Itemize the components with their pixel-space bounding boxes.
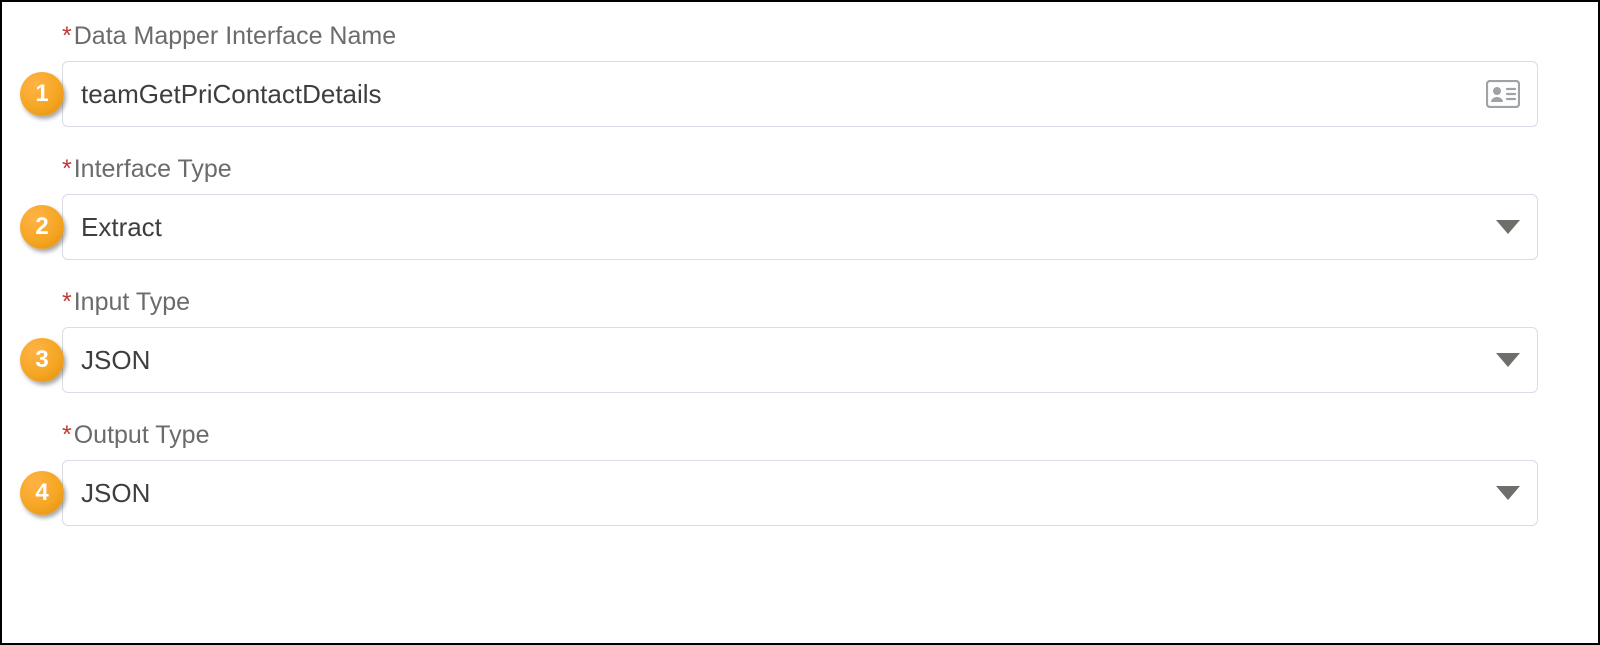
required-asterisk: * (62, 155, 72, 183)
input-wrap-output-type: 4 JSON (62, 460, 1538, 526)
label-data-mapper-name: *Data Mapper Interface Name (62, 22, 1538, 51)
field-interface-type: *Interface Type 2 Extract (62, 155, 1538, 260)
field-input-type: *Input Type 3 JSON (62, 288, 1538, 393)
label-input-type: *Input Type (62, 288, 1538, 317)
field-data-mapper-name: *Data Mapper Interface Name 1 (62, 22, 1538, 127)
label-text: Output Type (74, 421, 210, 449)
callout-badge-1: 1 (20, 72, 64, 116)
input-wrap-input-type: 3 JSON (62, 327, 1538, 393)
input-wrap-interface-type: 2 Extract (62, 194, 1538, 260)
output-type-select[interactable]: JSON (62, 460, 1538, 526)
input-type-select[interactable]: JSON (62, 327, 1538, 393)
label-interface-type: *Interface Type (62, 155, 1538, 184)
callout-badge-4: 4 (20, 471, 64, 515)
form-frame: *Data Mapper Interface Name 1 *Interface… (0, 0, 1600, 645)
label-text: Data Mapper Interface Name (74, 22, 396, 50)
data-mapper-name-input[interactable] (62, 61, 1538, 127)
input-wrap-name: 1 (62, 61, 1538, 127)
label-output-type: *Output Type (62, 421, 1538, 450)
label-text: Input Type (74, 288, 190, 316)
label-text: Interface Type (74, 155, 232, 183)
interface-type-select[interactable]: Extract (62, 194, 1538, 260)
field-output-type: *Output Type 4 JSON (62, 421, 1538, 526)
required-asterisk: * (62, 22, 72, 50)
callout-badge-3: 3 (20, 338, 64, 382)
required-asterisk: * (62, 288, 72, 316)
callout-badge-2: 2 (20, 205, 64, 249)
required-asterisk: * (62, 421, 72, 449)
